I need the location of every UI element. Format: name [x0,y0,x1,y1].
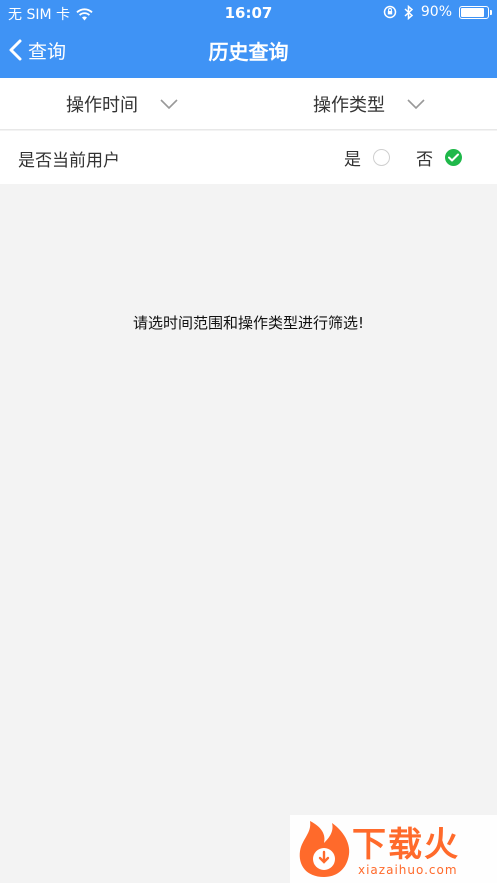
checkmark-icon [448,153,459,162]
operation-type-label: 操作类型 [313,95,385,116]
status-right-group: 90% [383,4,492,20]
operation-time-label: 操作时间 [66,95,138,116]
option-yes-label: 是 [344,150,361,170]
operation-time-dropdown[interactable]: 操作时间 [66,78,178,130]
radio-unchecked-icon[interactable] [373,149,390,166]
chevron-down-icon [160,99,178,109]
page-title: 历史查询 [208,40,289,64]
orientation-lock-icon [383,5,397,19]
battery-fill [461,7,484,17]
battery-percent: 90% [420,4,452,20]
watermark: 下载火 xiazaihuo.com [290,815,497,883]
empty-state-hint: 请选时间范围和操作类型进行筛选! [132,314,364,332]
bluetooth-icon [404,4,414,20]
current-user-row: 是否当前用户 是 否 [0,131,497,184]
option-no-label: 否 [416,150,433,170]
watermark-url: xiazaihuo.com [358,863,458,877]
option-yes[interactable]: 是 [344,145,390,170]
current-user-label: 是否当前用户 [18,151,120,171]
app-header: 无 SIM 卡 16:07 90% 查询 历史查询 [0,0,497,78]
option-no[interactable]: 否 [416,145,462,170]
watermark-brand: 下载火 [352,825,460,865]
status-bar: 无 SIM 卡 16:07 90% [0,0,497,26]
radio-checked-icon[interactable] [445,149,462,166]
filter-bar: 操作时间 操作类型 [0,78,497,130]
flame-logo-icon [299,821,350,877]
chevron-down-icon [407,99,425,109]
operation-type-dropdown[interactable]: 操作类型 [313,78,425,130]
battery-icon [459,5,492,19]
